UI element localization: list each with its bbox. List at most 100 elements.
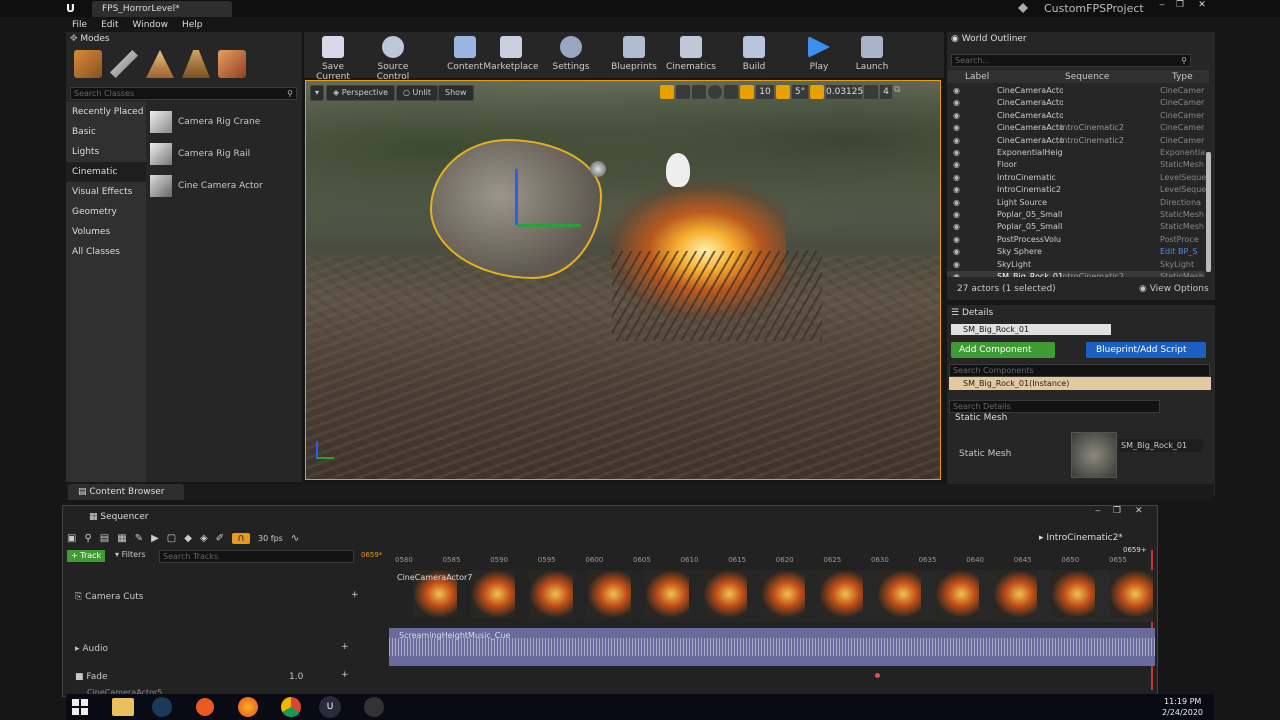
visibility-eye-icon[interactable]: ◉: [953, 197, 960, 209]
scale-snap-value[interactable]: 0.03125: [826, 85, 863, 99]
chrome-icon[interactable]: [281, 697, 301, 717]
unreal-editor-icon[interactable]: U: [319, 696, 341, 718]
grid-snap-icon[interactable]: [740, 85, 754, 99]
rotate-icon[interactable]: [676, 85, 690, 99]
outliner-row[interactable]: ◉ ExponentialHeight Exponentiali: [947, 147, 1206, 159]
seq-minimize-button[interactable]: ‒: [1095, 506, 1101, 516]
level-viewport[interactable]: ▾ ◈ Perspective ○ Unlit Show 10 5° 0.031…: [305, 80, 941, 480]
marketplace-button[interactable]: Marketplace: [482, 34, 540, 76]
view-options-button[interactable]: ◉ View Options: [1139, 284, 1209, 294]
outliner-scrollbar[interactable]: [1206, 152, 1211, 272]
class-item[interactable]: Cine Camera Actor: [150, 170, 300, 202]
snap-icon[interactable]: ∩: [232, 532, 251, 544]
build-button[interactable]: Build: [725, 34, 783, 76]
visibility-eye-icon[interactable]: ◉: [953, 209, 960, 221]
outliner-row[interactable]: ◉ CineCameraActor CineCamer: [947, 110, 1205, 122]
visibility-eye-icon[interactable]: ◉: [953, 135, 960, 147]
sequence-column-header[interactable]: Sequence: [1065, 72, 1109, 82]
visibility-eye-icon[interactable]: ◉: [953, 271, 960, 277]
track-audio[interactable]: ▸ Audio: [75, 644, 108, 654]
seq-close-button[interactable]: ✕: [1135, 506, 1143, 516]
camera-clip[interactable]: CineCameraActor7: [393, 570, 1153, 622]
outliner-search-input[interactable]: Search... ⚲: [951, 54, 1191, 67]
paint-mode-icon[interactable]: [110, 50, 138, 78]
surface-snap-icon[interactable]: [724, 85, 738, 99]
save-current-button[interactable]: Save Current: [304, 34, 362, 82]
menu-window[interactable]: Window: [133, 20, 169, 30]
visibility-eye-icon[interactable]: ◉: [953, 85, 960, 97]
actor-name-field[interactable]: SM_Big_Rock_01: [951, 324, 1111, 335]
visibility-eye-icon[interactable]: ◉: [953, 221, 960, 233]
view-mode-button[interactable]: ○ Unlit: [396, 85, 439, 101]
section-header[interactable]: Static Mesh: [955, 413, 1007, 423]
menu-edit[interactable]: Edit: [101, 20, 118, 30]
maximize-button[interactable]: ❐: [1172, 0, 1188, 14]
add-component-button[interactable]: Add Component: [951, 342, 1055, 358]
auto-key-icon[interactable]: ◈: [200, 533, 208, 544]
windows-start-icon[interactable]: [72, 699, 88, 715]
outliner-row[interactable]: ◉ IntroCinematic LevelSeque: [947, 172, 1206, 184]
launch-button[interactable]: Launch: [843, 34, 901, 76]
category-geometry[interactable]: Geometry: [66, 202, 146, 222]
add-track-button[interactable]: + Track: [67, 550, 106, 562]
source-control-icon[interactable]: [1018, 3, 1028, 13]
sky-sphere-icon[interactable]: [590, 161, 606, 177]
modes-tab[interactable]: ✥ Modes: [70, 34, 110, 46]
source-control-button[interactable]: Source Control: [364, 34, 422, 82]
visibility-eye-icon[interactable]: ◉: [953, 122, 960, 134]
seq-maximize-button[interactable]: ❐: [1113, 506, 1121, 516]
close-button[interactable]: ✕: [1192, 0, 1212, 14]
outliner-row[interactable]: ◉ CineCameraActor IntroCinematic2 CineCamer: [947, 122, 1205, 134]
outliner-row[interactable]: ◉ SM_Big_Rock_01 IntroCinematic2 StaticMesh: [947, 271, 1205, 277]
label-column-header[interactable]: Label: [965, 72, 989, 82]
category-volumes[interactable]: Volumes: [66, 222, 146, 242]
obs-icon[interactable]: [364, 697, 384, 717]
audio-add-button[interactable]: +: [341, 642, 349, 652]
render-icon[interactable]: ▦: [117, 533, 126, 544]
category-lights[interactable]: Lights: [66, 142, 146, 162]
track-camera-cuts[interactable]: ⎘ Camera Cuts: [75, 592, 143, 602]
component-instance-row[interactable]: SM_Big_Rock_01(Instance): [949, 377, 1211, 390]
outliner-row[interactable]: ◉ IntroCinematic2 LevelSeque: [947, 184, 1206, 196]
sequence-name[interactable]: ▸ IntroCinematic2*: [1039, 533, 1123, 543]
foliage-mode-icon[interactable]: [182, 50, 210, 78]
file-explorer-icon[interactable]: [112, 698, 134, 716]
visibility-eye-icon[interactable]: ◉: [953, 184, 960, 196]
light-bulb-icon[interactable]: [666, 153, 690, 187]
level-tab[interactable]: FPS_HorrorLevel*: [92, 1, 232, 17]
type-column-header[interactable]: Type: [1172, 72, 1193, 82]
app-icon[interactable]: [196, 698, 214, 716]
outliner-row[interactable]: ◉ SkyLight SkyLight: [947, 259, 1205, 271]
visibility-eye-icon[interactable]: ◉: [953, 97, 960, 109]
outliner-row[interactable]: ◉ Poplar_05_Small StaticMesh: [947, 209, 1205, 221]
category-cinematic[interactable]: Cinematic: [66, 162, 146, 182]
blueprint-add-script-button[interactable]: Blueprint/Add Script: [1086, 342, 1206, 358]
fade-value[interactable]: 1.0: [289, 672, 303, 682]
track-fade[interactable]: ■ Fade: [75, 672, 108, 682]
outliner-row[interactable]: ◉ CineCameraActor CineCamer: [947, 97, 1205, 109]
menu-help[interactable]: Help: [182, 20, 203, 30]
scale-snap-icon[interactable]: [810, 85, 824, 99]
category-recently-placed[interactable]: Recently Placed: [66, 102, 146, 122]
search-classes-input[interactable]: Search Classes ⚲: [70, 87, 297, 100]
category-basic[interactable]: Basic: [66, 122, 146, 142]
menu-file[interactable]: File: [72, 20, 87, 30]
visibility-eye-icon[interactable]: ◉: [953, 246, 960, 258]
mesh-thumbnail[interactable]: [1071, 432, 1117, 478]
visibility-eye-icon[interactable]: ◉: [953, 159, 960, 171]
outliner-row[interactable]: ◉ CineCameraActor IntroCinematic2 CineCamer: [947, 135, 1205, 147]
tools-icon[interactable]: ✎: [135, 533, 143, 544]
key-icon[interactable]: ◆: [184, 533, 192, 544]
category-all-classes[interactable]: All Classes: [66, 242, 146, 262]
details-tab[interactable]: ☰ Details: [951, 308, 993, 318]
camera-cuts-add-button[interactable]: +: [351, 590, 359, 600]
search-details-input[interactable]: Search Details: [949, 400, 1160, 413]
rotation-snap-value[interactable]: 5°: [792, 85, 808, 99]
scale-icon[interactable]: [692, 85, 706, 99]
category-visual-effects[interactable]: Visual Effects: [66, 182, 146, 202]
search-icon[interactable]: ⚲: [84, 533, 91, 544]
content-browser-tab[interactable]: ▤ Content Browser: [68, 484, 184, 500]
static-mesh-dropdown[interactable]: SM_Big_Rock_01: [1119, 439, 1203, 452]
firefox-icon[interactable]: [238, 697, 258, 717]
save-icon[interactable]: ▣: [67, 533, 76, 544]
